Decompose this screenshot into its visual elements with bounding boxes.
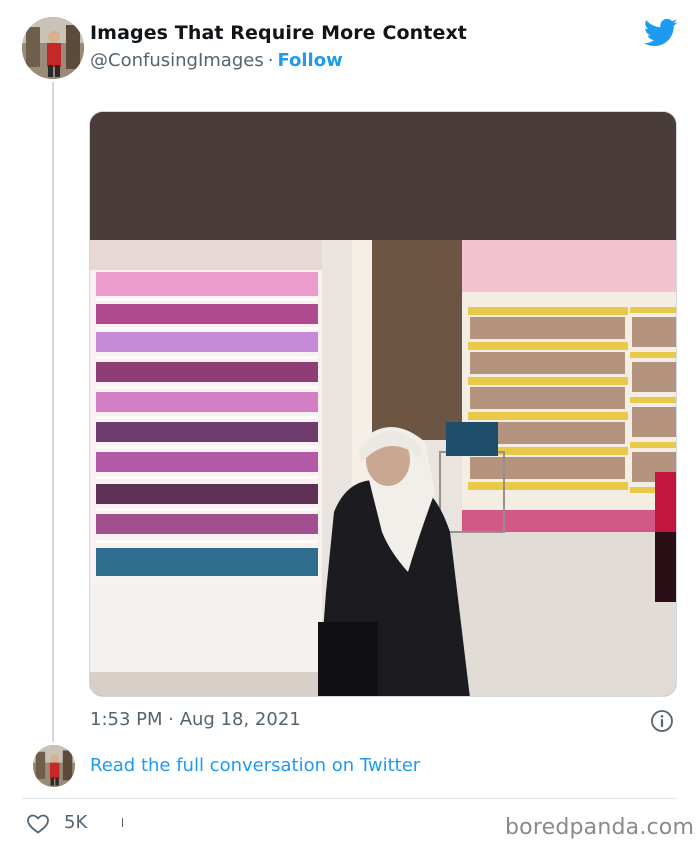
separator-dot: · [267,50,274,71]
avatar[interactable] [22,17,84,79]
tweet-card: Images That Require More Context @Confus… [0,0,700,851]
twitter-bird-icon[interactable] [644,18,678,48]
photo-image [90,112,676,696]
divider [22,798,677,799]
avatar-image [22,17,84,79]
thread-line [52,82,54,742]
watermark: boredpanda.com [505,815,695,840]
info-icon[interactable] [650,709,674,733]
follow-button[interactable]: Follow [277,50,342,71]
account-name[interactable]: Images That Require More Context [90,22,467,44]
like-count: 5K [64,812,88,833]
avatar-image [33,745,75,787]
action-divider [122,818,123,827]
handle-row: @ConfusingImages · Follow [90,50,343,71]
account-handle[interactable]: @ConfusingImages [90,50,264,71]
avatar-small[interactable] [33,745,75,787]
tweet-timestamp[interactable]: 1:53 PM · Aug 18, 2021 [90,709,301,730]
heart-icon[interactable] [26,812,50,836]
tweet-photo[interactable] [89,111,677,697]
read-full-conversation-link[interactable]: Read the full conversation on Twitter [90,755,420,776]
